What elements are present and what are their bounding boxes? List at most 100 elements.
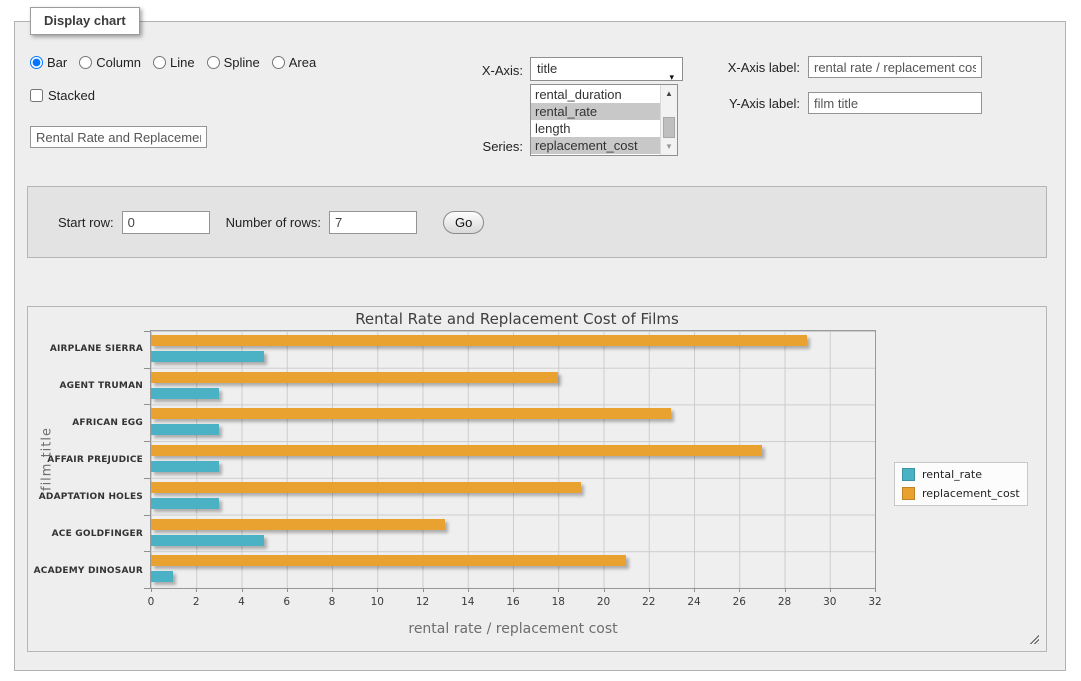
radio-button[interactable]: [207, 56, 220, 69]
bar-group-5: [151, 515, 875, 552]
radio-label: Line: [170, 55, 195, 70]
x-axis-label-input[interactable]: [808, 56, 982, 78]
radio-label: Spline: [224, 55, 260, 70]
x-axis-tick-label: 0: [148, 596, 155, 608]
plot-area: 02468101214161820222426283032: [150, 330, 876, 589]
y-axis-label-input[interactable]: [808, 92, 982, 114]
bar-rental_rate: [151, 461, 219, 472]
y-axis-tick: [144, 478, 150, 479]
scroll-down-icon[interactable]: ▼: [662, 139, 676, 154]
legend-swatch: [902, 487, 915, 500]
category-label: ACADEMY DINOSAUR: [28, 552, 143, 589]
chart-title: Rental Rate and Replacement Cost of Film…: [28, 310, 1006, 328]
chart-type-radio-column[interactable]: Column: [79, 55, 141, 70]
x-axis-tick: [423, 588, 424, 592]
bar-replacement_cost: [151, 445, 762, 456]
x-axis-tick-label: 32: [868, 596, 881, 608]
bar-group-0: [151, 331, 875, 368]
radio-button[interactable]: [30, 56, 43, 69]
bar-group-3: [151, 441, 875, 478]
chart-type-radio-area[interactable]: Area: [272, 55, 316, 70]
series-multiselect[interactable]: rental_durationrental_ratelengthreplacem…: [530, 84, 678, 156]
series-option-length[interactable]: length: [531, 120, 660, 137]
scrollbar-thumb[interactable]: [663, 117, 675, 138]
y-axis-tick: [144, 368, 150, 369]
stacked-checkbox[interactable]: [30, 89, 43, 102]
x-axis-selected-value: title: [537, 61, 557, 76]
num-rows-input[interactable]: [329, 211, 417, 234]
go-button[interactable]: Go: [443, 211, 484, 234]
x-axis-tick: [558, 588, 559, 592]
bar-replacement_cost: [151, 372, 558, 383]
stacked-checkbox-row[interactable]: Stacked: [30, 88, 95, 103]
x-axis-tick: [287, 588, 288, 592]
legend-swatch: [902, 468, 915, 481]
bar-rental_rate: [151, 535, 264, 546]
bar-group-2: [151, 404, 875, 441]
radio-button[interactable]: [272, 56, 285, 69]
series-option-replacement_cost[interactable]: replacement_cost: [531, 137, 660, 154]
series-option-rental_rate[interactable]: rental_rate: [531, 103, 660, 120]
radio-label: Column: [96, 55, 141, 70]
x-axis-tick: [739, 588, 740, 592]
x-axis-tick: [785, 588, 786, 592]
x-axis-tick-label: 4: [238, 596, 245, 608]
resize-handle-icon[interactable]: [1028, 633, 1039, 644]
legend-item-rental_rate: rental_rate: [902, 468, 1020, 481]
x-axis-tick-label: 22: [642, 596, 655, 608]
series-scrollbar[interactable]: ▲ ▼: [660, 85, 677, 155]
radio-button[interactable]: [79, 56, 92, 69]
chart-type-radio-line[interactable]: Line: [153, 55, 195, 70]
y-axis-label-caption: Y-Axis label:: [700, 96, 800, 111]
x-axis-tick-label: 6: [283, 596, 290, 608]
x-axis-title: rental rate / replacement cost: [150, 621, 876, 637]
category-label: AGENT TRUMAN: [28, 367, 143, 404]
category-label: ACE GOLDFINGER: [28, 515, 143, 552]
page: Display chart Bar Column Line Spline Area St…: [0, 0, 1081, 681]
bar-group-4: [151, 478, 875, 515]
radio-button[interactable]: [153, 56, 166, 69]
x-axis-tick: [468, 588, 469, 592]
x-axis-tick-label: 20: [597, 596, 610, 608]
y-axis-tick: [144, 588, 150, 589]
chart-title-input[interactable]: [30, 126, 207, 148]
scroll-up-icon[interactable]: ▲: [662, 86, 676, 101]
x-axis-tick: [242, 588, 243, 592]
x-axis-tick-label: 2: [193, 596, 200, 608]
bar-rental_rate: [151, 351, 264, 362]
bar-rental_rate: [151, 388, 219, 399]
chart-type-radio-bar[interactable]: Bar: [30, 55, 67, 70]
x-axis-tick-label: 12: [416, 596, 429, 608]
x-axis-tick: [377, 588, 378, 592]
fieldset-legend: Display chart: [30, 7, 140, 35]
y-axis-tick: [144, 551, 150, 552]
x-axis-tick: [649, 588, 650, 592]
y-axis-tick: [144, 515, 150, 516]
radio-label: Area: [289, 55, 316, 70]
chart-type-radio-spline[interactable]: Spline: [207, 55, 260, 70]
x-axis-tick-label: 30: [823, 596, 836, 608]
x-axis-tick-label: 14: [461, 596, 474, 608]
bar-rental_rate: [151, 498, 219, 509]
start-row-input[interactable]: [122, 211, 210, 234]
series-select-label: Series:: [420, 139, 523, 154]
legend-label: rental_rate: [922, 468, 982, 481]
x-axis-tick: [196, 588, 197, 592]
x-axis-select[interactable]: title ▾: [530, 57, 683, 81]
chart-type-radio-group: Bar Column Line Spline Area: [30, 55, 316, 70]
y-axis-tick: [144, 404, 150, 405]
radio-label: Bar: [47, 55, 67, 70]
y-axis-title: film title: [40, 427, 55, 491]
x-axis-tick-label: 10: [371, 596, 384, 608]
x-axis-tick-label: 8: [329, 596, 336, 608]
stacked-label: Stacked: [48, 88, 95, 103]
y-axis-tick: [144, 441, 150, 442]
series-option-rental_duration[interactable]: rental_duration: [531, 86, 660, 103]
bar-rental_rate: [151, 571, 173, 582]
legend-label: replacement_cost: [922, 487, 1020, 500]
start-row-label: Start row:: [58, 215, 114, 230]
chart-panel: Rental Rate and Replacement Cost of Film…: [27, 306, 1047, 652]
bar-rental_rate: [151, 424, 219, 435]
x-axis-tick-label: 16: [506, 596, 519, 608]
x-axis-tick-label: 28: [778, 596, 791, 608]
